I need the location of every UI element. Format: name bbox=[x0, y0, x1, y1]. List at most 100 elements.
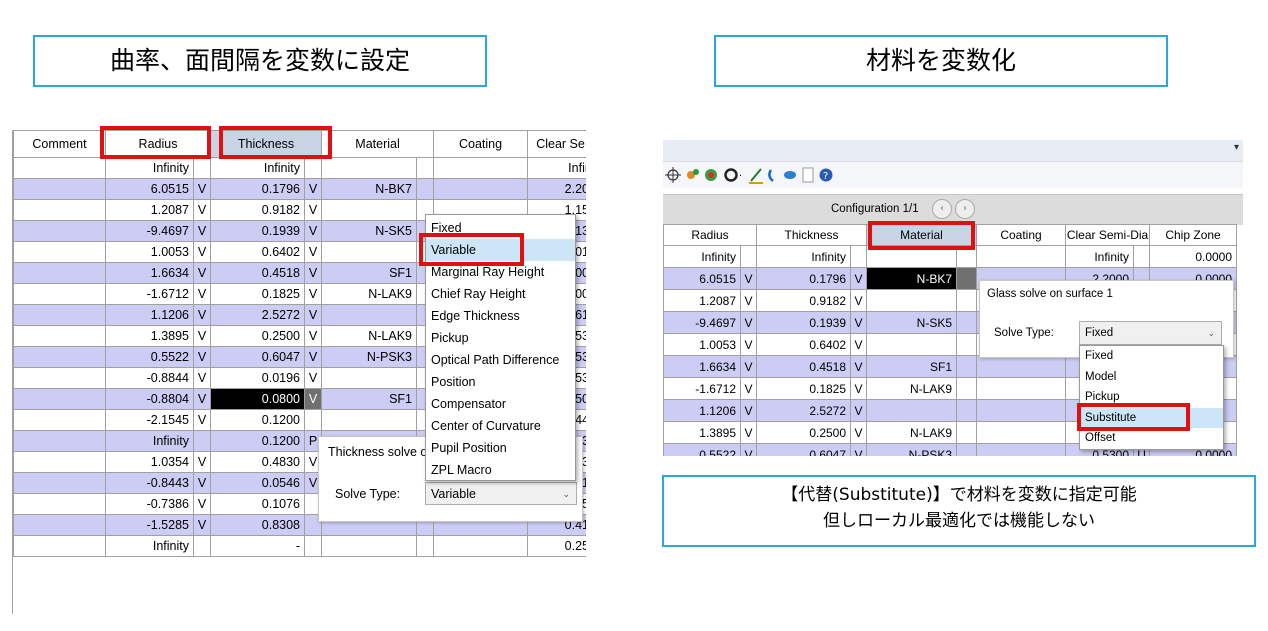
menu-item[interactable]: Chief Ray Height bbox=[426, 283, 575, 305]
material-cell[interactable]: N-PSK3 bbox=[866, 443, 958, 456]
thickness-cell[interactable]: 0.2500 bbox=[210, 325, 306, 347]
radius-solve-flag[interactable]: V bbox=[192, 409, 212, 431]
radius-cell[interactable]: 1.6634 bbox=[663, 355, 741, 378]
material-solve-flag[interactable] bbox=[956, 311, 978, 334]
material-cell[interactable]: SF1 bbox=[866, 355, 958, 378]
radius-cell[interactable]: 6.0515 bbox=[663, 267, 741, 290]
radius-cell[interactable]: -1.6712 bbox=[105, 283, 194, 305]
material-cell[interactable] bbox=[321, 199, 418, 221]
radius-cell[interactable]: -9.4697 bbox=[105, 220, 194, 242]
menu-item[interactable]: Optical Path Difference bbox=[426, 349, 575, 371]
radius-cell[interactable]: -0.8844 bbox=[105, 367, 194, 389]
thickness-solve-flag[interactable]: V bbox=[850, 399, 868, 422]
material-cell[interactable]: N-PSK3 bbox=[321, 346, 418, 368]
thickness-cell[interactable]: 0.8308 bbox=[210, 514, 306, 536]
thickness-cell[interactable]: 2.5272 bbox=[210, 304, 306, 326]
radius-cell[interactable]: Infinity bbox=[105, 430, 194, 452]
material-cell[interactable] bbox=[866, 333, 958, 356]
thickness-solve-flag[interactable]: V bbox=[850, 421, 868, 444]
thickness-solve-flag[interactable]: V bbox=[850, 311, 868, 334]
material-cell[interactable] bbox=[321, 157, 418, 179]
material-cell[interactable]: N-LAK9 bbox=[321, 325, 418, 347]
material-cell[interactable]: N-SK5 bbox=[866, 311, 958, 334]
material-cell[interactable]: N-LAK9 bbox=[866, 377, 958, 400]
radius-cell[interactable]: 1.0053 bbox=[663, 333, 741, 356]
thickness-solve-flag[interactable]: V bbox=[304, 178, 323, 200]
radius-cell[interactable]: 1.1206 bbox=[663, 399, 741, 422]
radius-solve-flag[interactable]: V bbox=[192, 199, 212, 221]
radius-solve-flag[interactable]: V bbox=[192, 325, 212, 347]
clear-semi-dia-solve-flag[interactable] bbox=[1133, 245, 1151, 268]
coating-cell[interactable] bbox=[433, 178, 529, 200]
radius-cell[interactable]: 1.2087 bbox=[105, 199, 194, 221]
material-cell[interactable] bbox=[866, 289, 958, 312]
radius-solve-flag[interactable]: V bbox=[192, 472, 212, 494]
radius-solve-flag[interactable]: V bbox=[192, 262, 212, 284]
material-solve-flag[interactable] bbox=[956, 443, 978, 456]
column-header-clear-semi-dia[interactable]: Clear Se bbox=[527, 130, 586, 158]
thickness-cell[interactable]: 0.1796 bbox=[210, 178, 306, 200]
material-cell[interactable] bbox=[321, 535, 418, 557]
comment-cell[interactable] bbox=[13, 283, 106, 305]
thickness-cell[interactable]: 0.9182 bbox=[756, 289, 852, 312]
material-solve-flag[interactable] bbox=[956, 421, 978, 444]
radius-cell[interactable]: 1.0354 bbox=[105, 451, 194, 473]
thickness-cell[interactable]: 0.1200 bbox=[210, 430, 306, 452]
thickness-cell[interactable]: 0.0546 bbox=[210, 472, 306, 494]
material-solve-flag[interactable] bbox=[416, 157, 435, 179]
coating-cell[interactable] bbox=[433, 535, 529, 557]
thickness-solve-flag[interactable]: V bbox=[304, 262, 323, 284]
thickness-solve-flag[interactable]: V bbox=[304, 388, 323, 410]
thickness-solve-flag[interactable]: V bbox=[850, 267, 868, 290]
material-cell[interactable] bbox=[321, 241, 418, 263]
menu-item[interactable]: Position bbox=[426, 371, 575, 393]
thickness-solve-flag[interactable] bbox=[304, 535, 323, 557]
comment-cell[interactable] bbox=[13, 451, 106, 473]
radius-cell[interactable]: 1.2087 bbox=[663, 289, 741, 312]
radius-cell[interactable]: -0.8443 bbox=[105, 472, 194, 494]
material-cell[interactable] bbox=[321, 304, 418, 326]
thickness-solve-flag[interactable] bbox=[304, 157, 323, 179]
thickness-solve-flag[interactable] bbox=[850, 245, 868, 268]
radius-solve-flag[interactable] bbox=[192, 157, 212, 179]
radius-solve-flag[interactable] bbox=[192, 430, 212, 452]
menu-item[interactable]: Compensator bbox=[426, 393, 575, 415]
coating-cell[interactable] bbox=[976, 355, 1067, 378]
menu-item[interactable]: Center of Curvature bbox=[426, 415, 575, 437]
solve-type-select[interactable]: Variable ⌄ bbox=[425, 482, 577, 505]
thickness-solve-flag[interactable]: V bbox=[850, 377, 868, 400]
material-solve-flag[interactable] bbox=[416, 535, 435, 557]
column-header-material[interactable]: Material bbox=[321, 130, 435, 158]
thickness-cell[interactable]: 0.4518 bbox=[210, 262, 306, 284]
radius-solve-flag[interactable]: V bbox=[739, 443, 758, 456]
thickness-cell[interactable]: 0.1825 bbox=[210, 283, 306, 305]
thickness-cell[interactable]: 0.6047 bbox=[210, 346, 306, 368]
comment-cell[interactable] bbox=[13, 220, 106, 242]
clear-semi-dia-cell[interactable]: Infinity bbox=[1065, 245, 1135, 268]
material-solve-flag[interactable] bbox=[956, 399, 978, 422]
thickness-solve-flag[interactable]: V bbox=[304, 241, 323, 263]
pencil-tool-icon[interactable] bbox=[749, 168, 763, 184]
radius-solve-flag[interactable]: V bbox=[192, 346, 212, 368]
thickness-cell[interactable]: - bbox=[210, 535, 306, 557]
clear-semi-dia-cell[interactable]: Infir bbox=[527, 157, 586, 179]
help-icon[interactable]: ? bbox=[819, 168, 833, 183]
comment-cell[interactable] bbox=[13, 304, 106, 326]
material-solve-flag[interactable] bbox=[956, 267, 978, 290]
next-configuration-button[interactable]: › bbox=[955, 199, 975, 219]
radius-solve-flag[interactable]: V bbox=[739, 289, 758, 312]
comment-cell[interactable] bbox=[13, 241, 106, 263]
thickness-solve-flag[interactable]: V bbox=[304, 346, 323, 368]
comment-cell[interactable] bbox=[13, 262, 106, 284]
thickness-cell[interactable]: 0.1076 bbox=[210, 493, 306, 515]
radius-cell[interactable]: Infinity bbox=[105, 535, 194, 557]
thickness-solve-flag[interactable]: V bbox=[304, 367, 323, 389]
radius-solve-flag[interactable]: V bbox=[739, 421, 758, 444]
coating-cell[interactable] bbox=[433, 157, 529, 179]
radius-cell[interactable]: -2.1545 bbox=[105, 409, 194, 431]
thickness-cell[interactable]: Infinity bbox=[756, 245, 852, 268]
radius-cell[interactable]: 1.6634 bbox=[105, 262, 194, 284]
thickness-cell[interactable]: 0.9182 bbox=[210, 199, 306, 221]
material-cell[interactable]: N-LAK9 bbox=[866, 421, 958, 444]
radius-solve-flag[interactable]: V bbox=[192, 514, 212, 536]
